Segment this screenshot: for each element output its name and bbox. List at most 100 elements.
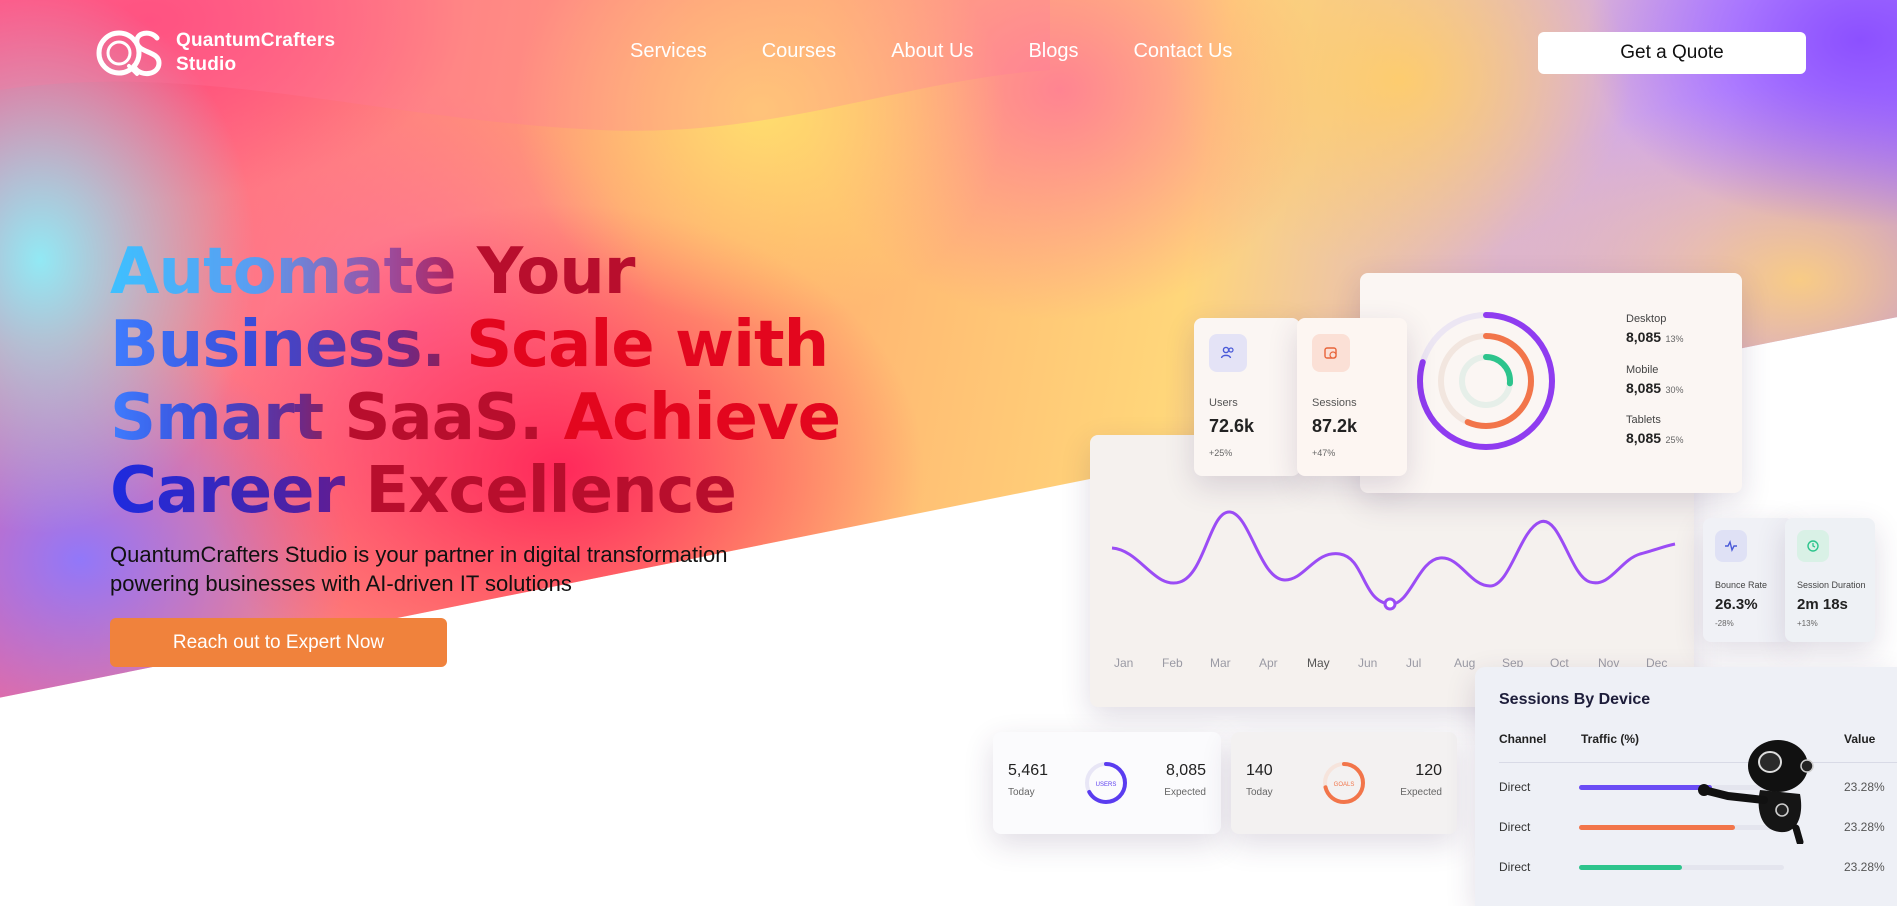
- headline-line-4: Career Excellence: [110, 455, 910, 528]
- sessions-value: 87.2k: [1312, 416, 1358, 436]
- device-mobile: Mobile 8,085 30%: [1626, 364, 1684, 398]
- sessions-table-title: Sessions By Device: [1499, 691, 1651, 708]
- month-label: Mar: [1210, 656, 1231, 670]
- nav-contact-us[interactable]: Contact Us: [1133, 40, 1232, 63]
- goals-target-card: 140 Today GOALS 120 Expected: [1231, 732, 1457, 834]
- headline-word: Excellence: [365, 454, 737, 528]
- row-value: 23.28%: [1844, 860, 1885, 874]
- month-label: Feb: [1162, 656, 1183, 670]
- sessions-change: +47%: [1312, 448, 1336, 458]
- nav-about-us[interactable]: About Us: [891, 40, 973, 63]
- col-traffic: Traffic (%): [1581, 732, 1640, 746]
- users-change: +25%: [1209, 448, 1233, 458]
- device-label: Mobile: [1626, 364, 1659, 376]
- sessions-icon: [1312, 334, 1350, 372]
- device-breakdown-card: Desktop 8,085 13% Mobile 8,085 30% Table…: [1360, 273, 1742, 493]
- session-duration-card: Session Duration 2m 18s +13%: [1785, 518, 1875, 642]
- headline-word: Scale with: [466, 308, 829, 382]
- headline-word: Smart: [110, 381, 345, 455]
- main-nav: Services Courses About Us Blogs Contact …: [630, 40, 1287, 63]
- users-expected-label: Expected: [1164, 787, 1206, 798]
- brand-name-line2: Studio: [176, 54, 237, 75]
- bounce-change: -28%: [1715, 619, 1734, 628]
- duration-change: +13%: [1797, 619, 1818, 628]
- row-channel: Direct: [1499, 860, 1531, 874]
- row-channel: Direct: [1499, 780, 1531, 794]
- users-value: 72.6k: [1209, 416, 1255, 436]
- reach-out-expert-button[interactable]: Reach out to Expert Now: [110, 618, 447, 667]
- goals-expected-value: 120: [1415, 762, 1442, 779]
- nav-services[interactable]: Services: [630, 40, 707, 63]
- hero-subtext-line-1: QuantumCrafters Studio is your partner i…: [110, 542, 728, 567]
- goals-progress-ring: GOALS: [1323, 762, 1365, 804]
- headline-word: Business.: [110, 308, 467, 382]
- device-value: 8,085: [1626, 380, 1662, 396]
- hero-headline: Automate Your Business. Scale with Smart…: [110, 236, 910, 528]
- users-stat-card: Users 72.6k +25%: [1194, 318, 1300, 476]
- users-today-value: 5,461: [1008, 762, 1049, 779]
- device-desktop: Desktop 8,085 13%: [1626, 313, 1684, 347]
- brand-name: QuantumCrafters Studio: [176, 29, 335, 77]
- headline-word: SaaS.: [344, 381, 564, 455]
- headline-word: Career: [110, 454, 366, 528]
- users-progress-ring: USERS: [1085, 762, 1127, 804]
- bounce-value: 26.3%: [1715, 596, 1758, 613]
- users-icon: [1209, 334, 1247, 372]
- activity-icon: [1715, 530, 1747, 562]
- headline-line-1: Automate Your: [110, 236, 910, 309]
- headline-word: Automate: [110, 235, 477, 309]
- headline-word: Achieve: [563, 381, 841, 455]
- row-value: 23.28%: [1844, 820, 1885, 834]
- hero-subtext: QuantumCrafters Studio is your partner i…: [110, 540, 870, 598]
- get-a-quote-button[interactable]: Get a Quote: [1538, 32, 1806, 74]
- sessions-stat-card: Sessions 87.2k +47%: [1297, 318, 1407, 476]
- month-label: Jun: [1358, 656, 1378, 670]
- month-label: Apr: [1259, 656, 1278, 670]
- device-pct: 13%: [1665, 334, 1684, 344]
- duration-value: 2m 18s: [1797, 596, 1848, 613]
- users-today-label: Today: [1008, 787, 1035, 798]
- device-ring-chart: [1417, 312, 1555, 450]
- traffic-track: [1579, 865, 1784, 870]
- device-pct: 30%: [1665, 385, 1684, 395]
- month-label: Jan: [1114, 656, 1134, 670]
- col-channel: Channel: [1499, 732, 1547, 746]
- headline-line-2: Business. Scale with: [110, 309, 910, 382]
- goals-ring-label: GOALS: [1334, 782, 1355, 788]
- clock-icon: [1797, 530, 1829, 562]
- device-value: 8,085: [1626, 430, 1662, 446]
- duration-label: Session Duration: [1797, 580, 1866, 590]
- row-value: 23.28%: [1844, 780, 1885, 794]
- bounce-rate-card: Bounce Rate 26.3% -28%: [1703, 518, 1793, 642]
- brand-logo[interactable]: QuantumCrafters Studio: [95, 26, 335, 80]
- device-label: Desktop: [1626, 313, 1667, 325]
- qs-logo-icon: [96, 30, 162, 77]
- device-tablets: Tablets 8,085 25%: [1626, 414, 1684, 448]
- traffic-bar: [1579, 865, 1682, 870]
- month-label: Jul: [1406, 656, 1422, 670]
- sessions-label: Sessions: [1312, 397, 1357, 409]
- col-value: Value: [1844, 732, 1876, 746]
- goals-expected-label: Expected: [1400, 787, 1442, 798]
- bounce-label: Bounce Rate: [1715, 580, 1768, 590]
- device-pct: 25%: [1665, 435, 1684, 445]
- brand-name-line1: QuantumCrafters: [176, 30, 336, 51]
- users-target-card: 5,461 Today USERS 8,085 Expected: [993, 732, 1221, 834]
- nav-blogs[interactable]: Blogs: [1028, 40, 1078, 63]
- users-label: Users: [1209, 397, 1238, 409]
- month-label: May: [1307, 656, 1330, 670]
- traffic-line-chart: [1111, 510, 1676, 611]
- month-label: Aug: [1454, 656, 1476, 670]
- users-expected-value: 8,085: [1165, 762, 1206, 779]
- device-label: Tablets: [1626, 414, 1661, 426]
- sessions-by-device-card: Sessions By Device Channel Traffic (%) V…: [1475, 667, 1897, 906]
- headline-word: Your: [476, 235, 636, 309]
- nav-courses[interactable]: Courses: [762, 40, 836, 63]
- row-channel: Direct: [1499, 820, 1531, 834]
- headline-line-3: Smart SaaS. Achieve: [110, 382, 910, 455]
- traffic-bar: [1579, 785, 1713, 790]
- device-value: 8,085: [1626, 329, 1662, 345]
- goals-today-value: 140: [1246, 762, 1273, 779]
- users-ring-label: USERS: [1096, 782, 1117, 788]
- robot-illustration: [1698, 740, 1814, 844]
